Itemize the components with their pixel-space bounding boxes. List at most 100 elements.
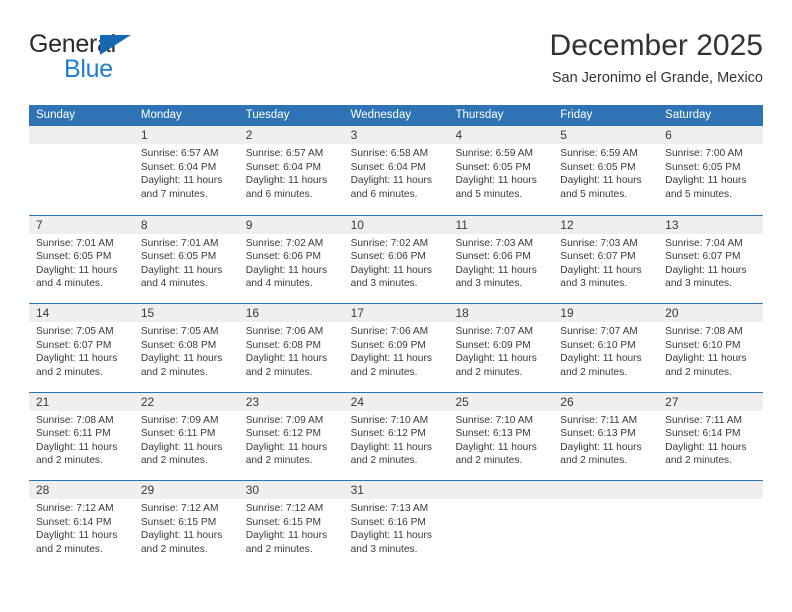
day-number: 20 [658,304,764,322]
daylight-duration-line-2: and 2 minutes. [36,455,103,467]
sunset-time: Sunset: 6:06 PM [245,251,322,263]
daylight-duration-line-2: and 4 minutes. [245,278,313,290]
calendar-day-cell[interactable]: 21 Sunrise: 7:08 AM Sunset: 6:11 PM Dayligh… [29,392,134,481]
calendar-day-cell[interactable]: 10 Sunrise: 7:02 AM Sunset: 6:06 PM Dayligh… [343,215,449,304]
daylight-duration-line-1: Daylight: 11 hours [245,441,328,453]
day-number: 1 [133,126,239,144]
general-blue-logo[interactable]: General Blue [29,30,209,88]
page-subtitle: San Jeronimo el Grande, Mexico [551,70,763,86]
daylight-duration-line-1: Daylight: 11 hours [245,353,328,365]
daylight-duration-line-1: Daylight: 11 hours [36,264,118,276]
daylight-duration-line-2: and 7 minutes. [140,188,208,200]
sunrise-time: Sunrise: 6:59 AM [455,148,534,159]
daylight-duration-line-2: and 2 minutes. [140,455,208,467]
day-sun-info: Sunrise: 7:00 AM Sunset: 6:05 PM Daylight:… [658,144,763,201]
daylight-duration-line-2: and 2 minutes. [140,366,208,378]
sunset-time: Sunset: 6:08 PM [245,339,322,351]
calendar-day-cell[interactable]: 14 Sunrise: 7:05 AM Sunset: 6:07 PM Dayligh… [29,304,134,392]
calendar-day-cell[interactable]: 28 Sunrise: 7:12 AM Sunset: 6:14 PM Dayligh… [29,481,134,569]
day-number: 8 [133,215,239,234]
sunrise-time: Sunrise: 7:06 AM [350,326,429,337]
day-number: 3 [343,126,449,144]
daylight-duration-line-2: and 5 minutes. [455,188,523,200]
sunrise-time: Sunrise: 7:10 AM [350,414,429,426]
day-of-week-monday: Monday [140,109,182,121]
calendar-day-cell[interactable]: 29 Sunrise: 7:12 AM Sunset: 6:15 PM Dayligh… [133,481,239,569]
calendar-day-cell[interactable]: 6 Sunrise: 7:00 AM Sunset: 6:05 PM Daylight… [658,126,764,215]
day-of-week-header: Sunday Monday Tuesday Wednesday Thursday Frid… [29,105,763,126]
sunrise-time: Sunrise: 7:03 AM [455,237,534,249]
day-sun-info: Sunrise: 7:06 AM Sunset: 6:08 PM Daylight:… [239,322,344,379]
calendar-week-row: 7 Sunrise: 7:01 AM Sunset: 6:05 PM Daylight… [29,214,764,304]
calendar-week-row: 14 Sunrise: 7:05 AM Sunset: 6:07 PM Dayligh… [29,303,764,392]
day-number: 27 [658,392,764,411]
sunrise-time: Sunrise: 7:02 AM [245,237,324,249]
calendar-day-cell[interactable]: 7 Sunrise: 7:01 AM Sunset: 6:05 PM Daylight… [29,215,134,304]
day-number: 18 [448,304,554,322]
calendar-day-cell[interactable]: 17 Sunrise: 7:06 AM Sunset: 6:09 PM Dayligh… [343,304,449,392]
calendar-day-cell[interactable]: 3 Sunrise: 6:58 AM Sunset: 6:04 PM Daylight… [343,126,449,215]
calendar-weeks: 1 Sunrise: 6:57 AM Sunset: 6:04 PM Daylight… [29,126,764,569]
calendar-page: General Blue December 2025 San Jeronimo … [0,0,792,612]
calendar-day-cell[interactable]: 1 Sunrise: 6:57 AM Sunset: 6:04 PM Daylight… [133,126,239,215]
daylight-duration-line-2: and 2 minutes. [455,366,523,378]
calendar-day-cell[interactable]: 18 Sunrise: 7:07 AM Sunset: 6:09 PM Dayligh… [448,304,554,392]
day-number: 29 [133,481,239,499]
sunset-time: Sunset: 6:13 PM [455,428,531,440]
day-sun-info: Sunrise: 7:12 AM Sunset: 6:15 PM Daylight:… [134,499,239,556]
calendar-day-cell[interactable]: 15 Sunrise: 7:05 AM Sunset: 6:08 PM Dayligh… [133,304,239,392]
page-title: December 2025 [549,29,763,62]
calendar-day-cell[interactable]: 2 Sunrise: 6:57 AM Sunset: 6:04 PM Daylight… [238,126,344,215]
sunrise-time: Sunrise: 7:04 AM [665,237,743,249]
day-sun-info: Sunrise: 7:12 AM Sunset: 6:15 PM Daylight:… [239,499,344,556]
sunrise-time: Sunrise: 6:58 AM [350,148,429,159]
sunset-time: Sunset: 6:09 PM [455,339,531,351]
calendar-day-cell[interactable]: 22 Sunrise: 7:09 AM Sunset: 6:11 PM Dayligh… [133,392,239,481]
daylight-duration-line-1: Daylight: 11 hours [140,441,223,453]
sunrise-time: Sunrise: 7:12 AM [140,503,219,514]
calendar-day-cell[interactable]: 5 Sunrise: 6:59 AM Sunset: 6:05 PM Daylight… [553,126,659,215]
daylight-duration-line-1: Daylight: 11 hours [245,530,328,542]
calendar-day-cell[interactable]: 31 Sunrise: 7:13 AM Sunset: 6:16 PM Dayligh… [343,481,449,569]
calendar-day-cell[interactable]: 20 Sunrise: 7:08 AM Sunset: 6:10 PM Dayligh… [658,304,764,392]
day-sun-info: Sunrise: 7:05 AM Sunset: 6:08 PM Daylight:… [134,322,239,379]
calendar-day-cell[interactable]: 12 Sunrise: 7:03 AM Sunset: 6:07 PM Dayligh… [553,215,659,304]
calendar-day-cell[interactable]: 25 Sunrise: 7:10 AM Sunset: 6:13 PM Dayligh… [448,392,554,481]
day-of-week-friday: Friday [560,109,593,121]
daylight-duration-line-2: and 5 minutes. [560,188,628,200]
day-number: 22 [133,392,239,411]
day-sun-info: Sunrise: 7:10 AM Sunset: 6:12 PM Daylight:… [344,411,449,468]
calendar-day-cell[interactable]: 16 Sunrise: 7:06 AM Sunset: 6:08 PM Dayligh… [238,304,344,392]
calendar-day-cell[interactable]: 30 Sunrise: 7:12 AM Sunset: 6:15 PM Dayligh… [238,481,344,569]
day-number [448,481,554,499]
calendar-day-cell[interactable]: 11 Sunrise: 7:03 AM Sunset: 6:06 PM Dayligh… [448,215,554,304]
calendar-day-cell[interactable]: 24 Sunrise: 7:10 AM Sunset: 6:12 PM Dayligh… [343,392,449,481]
day-sun-info: Sunrise: 7:11 AM Sunset: 6:13 PM Daylight:… [553,411,658,468]
day-number: 28 [29,481,134,499]
day-number: 10 [343,215,449,234]
day-sun-info: Sunrise: 6:59 AM Sunset: 6:05 PM Daylight:… [553,144,658,201]
calendar-day-cell[interactable]: 26 Sunrise: 7:11 AM Sunset: 6:13 PM Dayligh… [553,392,659,481]
calendar-day-cell[interactable]: 23 Sunrise: 7:09 AM Sunset: 6:12 PM Dayligh… [238,392,344,481]
sunset-time: Sunset: 6:04 PM [350,161,426,173]
calendar-day-cell[interactable]: 27 Sunrise: 7:11 AM Sunset: 6:14 PM Dayligh… [658,392,764,481]
daylight-duration-line-2: and 5 minutes. [665,188,732,200]
day-sun-info: Sunrise: 7:03 AM Sunset: 6:06 PM Daylight:… [448,234,553,291]
sunrise-time: Sunrise: 7:02 AM [350,237,429,249]
day-number: 14 [29,304,134,322]
day-sun-info: Sunrise: 7:13 AM Sunset: 6:16 PM Daylight:… [344,499,449,556]
day-number: 19 [553,304,659,322]
daylight-duration-line-2: and 3 minutes. [350,278,418,290]
calendar-day-cell[interactable]: 4 Sunrise: 6:59 AM Sunset: 6:05 PM Daylight… [448,126,554,215]
day-sun-info: Sunrise: 7:02 AM Sunset: 6:06 PM Daylight:… [239,234,344,291]
calendar-day-cell[interactable]: 19 Sunrise: 7:07 AM Sunset: 6:10 PM Dayligh… [553,304,659,392]
daylight-duration-line-2: and 6 minutes. [350,188,418,200]
daylight-duration-line-1: Daylight: 11 hours [455,353,537,365]
calendar-day-cell[interactable]: 9 Sunrise: 7:02 AM Sunset: 6:06 PM Daylight… [238,215,344,304]
daylight-duration-line-1: Daylight: 11 hours [455,441,537,453]
day-sun-info: Sunrise: 6:58 AM Sunset: 6:04 PM Daylight:… [344,144,449,201]
calendar-day-cell-empty [553,481,659,569]
calendar-day-cell[interactable]: 13 Sunrise: 7:04 AM Sunset: 6:07 PM Dayligh… [658,215,764,304]
calendar-day-cell[interactable]: 8 Sunrise: 7:01 AM Sunset: 6:05 PM Daylight… [133,215,239,304]
daylight-duration-line-1: Daylight: 11 hours [350,175,432,187]
